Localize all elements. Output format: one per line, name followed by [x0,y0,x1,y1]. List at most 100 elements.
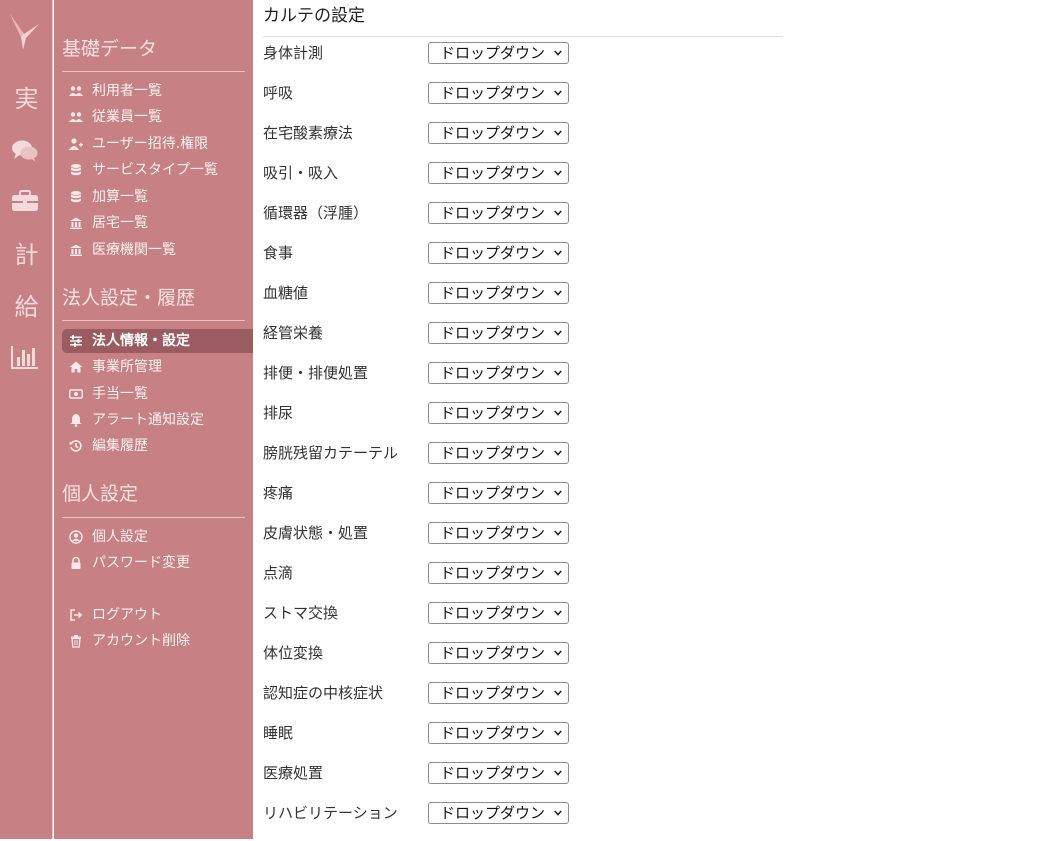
sidebar-item-allowance-list[interactable]: 手当一覧 [62,382,253,406]
dropdown-value: ドロップダウン [440,524,546,542]
field-dropdown[interactable]: ドロップダウン [428,42,569,64]
sidebar-item-user-invite[interactable]: ユーザー招待.権限 [62,132,253,156]
chevron-down-icon [554,290,562,296]
building-icon [70,244,82,256]
chevron-down-icon [554,170,562,176]
sidebar-item-home-care-list[interactable]: 居宅一覧 [62,211,253,235]
sidebar-item-user-list[interactable]: 利用者一覧 [62,79,253,103]
field-label: 循環器（浮腫） [263,204,369,222]
bird-logo-icon[interactable] [8,12,42,52]
briefcase-icon[interactable] [11,188,39,214]
field-dropdown[interactable]: ドロップダウン [428,442,569,464]
sidebar-item-employee-list[interactable]: 従業員一覧 [62,105,253,129]
sidebar-item-label: パスワード変更 [92,555,190,571]
field-dropdown[interactable]: ドロップダウン [428,82,569,104]
chevron-down-icon [554,490,562,496]
users-icon [69,112,83,122]
field-dropdown[interactable]: ドロップダウン [428,682,569,704]
dropdown-value: ドロップダウン [440,724,546,742]
dropdown-value: ドロップダウン [440,604,546,622]
form-row: 皮膚状態・処置 ドロップダウン [263,521,783,561]
field-dropdown[interactable]: ドロップダウン [428,322,569,344]
field-label: 皮膚状態・処置 [263,524,369,542]
users-icon [69,86,83,96]
field-label: 睡眠 [263,724,294,742]
field-dropdown[interactable]: ドロップダウン [428,162,569,184]
field-dropdown[interactable]: ドロップダウン [428,122,569,144]
sidebar-item-label: 編集履歴 [92,438,148,454]
sidebar-item-label: 利用者一覧 [92,83,162,99]
sidebar-item-label: 加算一覧 [92,189,148,205]
form-row: 睡眠 ドロップダウン [263,721,783,761]
sidebar-item-personal-settings[interactable]: 個人設定 [62,525,253,549]
sidebar-item-label: 手当一覧 [92,386,148,402]
dropdown-value: ドロップダウン [440,164,546,182]
field-dropdown[interactable]: ドロップダウン [428,722,569,744]
logout-icon [70,609,83,621]
dropdown-value: ドロップダウン [440,444,546,462]
sidebar-item-change-password[interactable]: パスワード変更 [62,551,253,575]
delete-account-button[interactable]: アカウント削除 [62,629,253,653]
sidebar-item-addition-list[interactable]: 加算一覧 [62,185,253,209]
form-row: 体位変換 ドロップダウン [263,641,783,681]
sidebar-item-label: ユーザー招待.権限 [92,136,209,152]
field-dropdown[interactable]: ドロップダウン [428,642,569,664]
field-dropdown[interactable]: ドロップダウン [428,242,569,264]
field-dropdown[interactable]: ドロップダウン [428,402,569,424]
sidebar-item-corporate-info[interactable]: 法人情報・設定 [62,329,253,353]
sidebar-item-label: 個人設定 [92,529,148,545]
section-title-personal-settings: 個人設定 [62,483,139,505]
sidebar-item-edit-history[interactable]: 編集履歴 [62,434,253,458]
section-divider [62,517,245,518]
form-row: 膀胱残留カテーテル ドロップダウン [263,441,783,481]
form-row: 身体計測 ドロップダウン [263,41,783,81]
form-row: 認知症の中核症状 ドロップダウン [263,681,783,721]
form-row: 排尿 ドロップダウン [263,401,783,441]
form-row: 在宅酸素療法 ドロップダウン [263,121,783,161]
field-dropdown[interactable]: ドロップダウン [428,802,569,824]
chevron-down-icon [554,610,562,616]
field-dropdown[interactable]: ドロップダウン [428,562,569,584]
sidebar-item-service-type-list[interactable]: サービスタイプ一覧 [62,158,253,182]
field-label: 疼痛 [263,484,294,502]
dropdown-value: ドロップダウン [440,764,546,782]
chevron-down-icon [554,250,562,256]
section-divider [62,320,245,321]
chevron-down-icon [554,370,562,376]
field-dropdown[interactable]: ドロップダウン [428,602,569,624]
form-row: 血糖値 ドロップダウン [263,281,783,321]
bar-chart-icon[interactable] [11,344,39,370]
sidebar-item-label: 事業所管理 [92,359,162,375]
sidebar-item-office-management[interactable]: 事業所管理 [62,355,253,379]
dropdown-value: ドロップダウン [440,644,546,662]
comments-icon[interactable] [11,138,39,164]
form-row: 経管栄養 ドロップダウン [263,321,783,361]
section-divider [62,71,245,72]
chevron-down-icon [554,770,562,776]
form-row: 食事 ドロップダウン [263,241,783,281]
chevron-down-icon [554,450,562,456]
section-title-basic-data: 基礎データ [62,38,158,60]
icon-rail: 実 計 給 [0,0,53,839]
rail-salary[interactable]: 給 [0,292,53,322]
field-label: 体位変換 [263,644,324,662]
sidebar: 基礎データ 利用者一覧 従業員一覧 ユーザー招待.権限 サービスタイプ一覧 加算… [54,0,253,839]
database-icon [71,191,81,203]
field-dropdown[interactable]: ドロップダウン [428,282,569,304]
field-dropdown[interactable]: ドロップダウン [428,482,569,504]
form-row: 疼痛 ドロップダウン [263,481,783,521]
rail-plan[interactable]: 計 [0,240,53,270]
field-dropdown[interactable]: ドロップダウン [428,762,569,784]
database-icon [71,164,81,176]
chevron-down-icon [554,530,562,536]
sidebar-item-alert-settings[interactable]: アラート通知設定 [62,408,253,432]
logout-button[interactable]: ログアウト [62,603,253,627]
field-dropdown[interactable]: ドロップダウン [428,202,569,224]
sidebar-item-medical-institution-list[interactable]: 医療機関一覧 [62,238,253,262]
sidebar-item-label: ログアウト [92,607,162,623]
bell-icon [70,414,82,427]
field-dropdown[interactable]: ドロップダウン [428,362,569,384]
field-dropdown[interactable]: ドロップダウン [428,522,569,544]
rail-record[interactable]: 実 [0,84,53,114]
form-row: 排便・排便処置 ドロップダウン [263,361,783,401]
